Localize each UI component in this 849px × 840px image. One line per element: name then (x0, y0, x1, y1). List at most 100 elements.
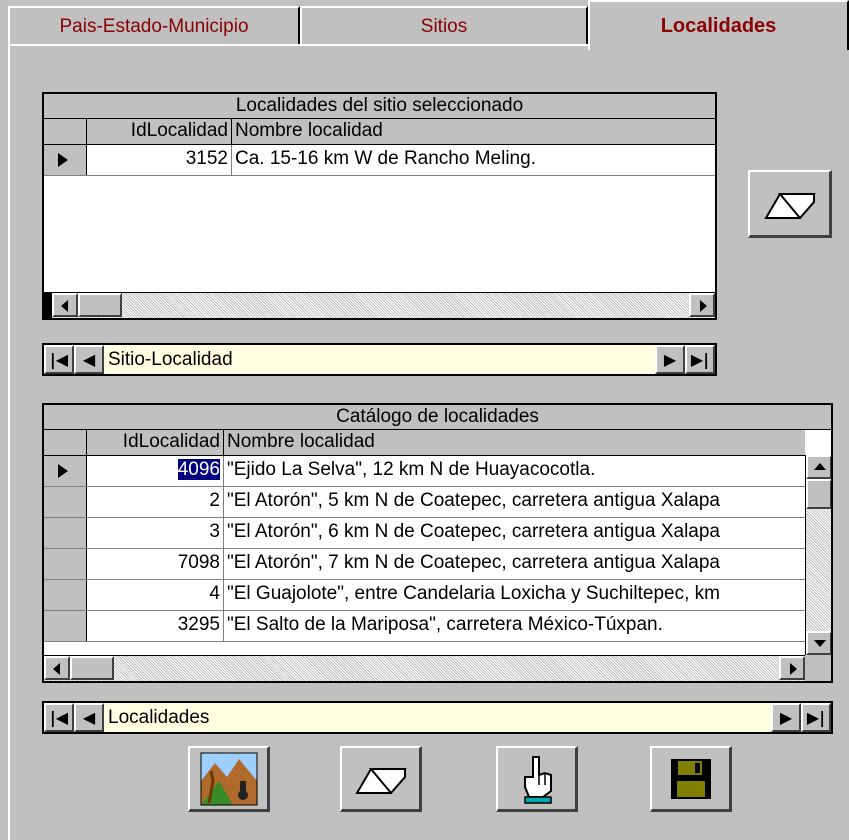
column-header-id[interactable]: IdLocalidad (87, 430, 224, 455)
horizontal-scrollbar[interactable] (44, 655, 805, 681)
cell-name[interactable]: "El Atorón", 5 km N de Coatepec, carrete… (224, 487, 805, 517)
next-record-button[interactable]: ▶ (655, 345, 685, 374)
scrollbar-left-marker (44, 293, 52, 318)
row-selector[interactable] (44, 549, 87, 579)
header-selector (44, 119, 87, 144)
first-record-button[interactable]: |◀ (44, 703, 74, 732)
current-record-icon (58, 464, 68, 478)
cell-name[interactable]: "El Atorón", 7 km N de Coatepec, carrete… (224, 549, 805, 579)
localities-navigation: |◀ ◀ Localidades ▶ ▶| (42, 701, 833, 734)
scroll-down-button[interactable] (806, 631, 831, 655)
previous-record-icon: ◀ (82, 708, 96, 727)
tab-label: Sitios (420, 16, 468, 37)
current-record-icon (58, 153, 68, 167)
scrollbar-corner (805, 655, 831, 681)
scroll-left-button[interactable] (44, 656, 70, 680)
table-row[interactable]: 3152 Ca. 15-16 km W de Rancho Meling. (44, 145, 715, 176)
cell-id[interactable]: 3152 (87, 145, 232, 175)
cell-name[interactable]: "El Salto de la Mariposa", carretera Méx… (224, 611, 805, 641)
cell-name[interactable]: Ca. 15-16 km W de Rancho Meling. (232, 145, 715, 175)
last-record-icon: ▶| (690, 350, 710, 369)
grid-title: Localidades del sitio seleccionado (44, 94, 715, 119)
table-row[interactable]: 2 "El Atorón", 5 km N de Coatepec, carre… (44, 487, 805, 518)
first-record-icon: |◀ (49, 708, 69, 727)
cell-id[interactable]: 3 (87, 518, 224, 548)
vertical-scroll-thumb[interactable] (806, 479, 831, 509)
cell-id[interactable]: 4096 (87, 456, 224, 486)
floppy-disk-icon (670, 758, 711, 799)
horizontal-scrollbar[interactable] (44, 292, 715, 318)
grid-header: IdLocalidad Nombre localidad (44, 119, 715, 145)
cell-id[interactable]: 7098 (87, 549, 224, 579)
tab-sitios[interactable]: Sitios (300, 6, 588, 46)
arrow-up-icon (814, 463, 826, 470)
table-row[interactable]: 4096 "Ejido La Selva", 12 km N de Huayac… (44, 456, 805, 487)
select-locality-button[interactable] (496, 746, 578, 812)
tab-localidades[interactable]: Localidades (588, 0, 849, 50)
selected-text[interactable]: 4096 (177, 459, 220, 480)
grid-body: IdLocalidad Nombre localidad 4096 "Ejido… (44, 430, 805, 642)
cell-name[interactable]: "Ejido La Selva", 12 km N de Huayacocotl… (224, 456, 805, 486)
row-selector[interactable] (44, 487, 87, 517)
header-selector (44, 430, 87, 455)
pointing-hand-icon (523, 755, 552, 804)
last-record-icon: ▶| (806, 708, 826, 727)
scroll-right-button[interactable] (779, 656, 805, 680)
arrow-left-icon (61, 300, 68, 312)
tab-label: Pais-Estado-Municipio (59, 16, 249, 37)
row-selector[interactable] (44, 580, 87, 610)
table-row[interactable]: 7098 "El Atorón", 7 km N de Coatepec, ca… (44, 549, 805, 580)
table-row[interactable]: 3 "El Atorón", 6 km N de Coatepec, carre… (44, 518, 805, 549)
scroll-left-button[interactable] (52, 293, 78, 317)
site-localities-grid: Localidades del sitio seleccionado IdLoc… (42, 92, 717, 320)
next-record-icon: ▶ (663, 350, 677, 369)
map-picture-button[interactable] (188, 746, 270, 812)
arrow-right-icon (790, 663, 797, 675)
row-selector[interactable] (44, 518, 87, 548)
scroll-right-button[interactable] (689, 293, 715, 317)
cell-name[interactable]: "El Guajolote", entre Candelaria Loxicha… (224, 580, 805, 610)
first-record-icon: |◀ (49, 350, 69, 369)
tab-label: Localidades (660, 14, 777, 37)
column-header-name[interactable]: Nombre localidad (224, 430, 805, 455)
column-header-name[interactable]: Nombre localidad (232, 119, 715, 144)
last-record-button[interactable]: ▶| (801, 703, 831, 732)
row-selector[interactable] (44, 456, 87, 486)
arrow-left-icon (53, 663, 60, 675)
navigation-label: Sitio-Localidad (108, 348, 233, 370)
cell-id[interactable]: 3295 (87, 611, 224, 641)
site-locality-navigation: |◀ ◀ Sitio-Localidad ▶ ▶| (42, 343, 717, 376)
scroll-up-button[interactable] (806, 455, 831, 479)
cell-name[interactable]: "El Atorón", 6 km N de Coatepec, carrete… (224, 518, 805, 548)
tab-pais-estado-municipio[interactable]: Pais-Estado-Municipio (8, 6, 300, 46)
save-button[interactable] (650, 746, 732, 812)
localities-catalog-grid: Catálogo de localidades IdLocalidad Nomb… (42, 403, 833, 683)
row-selector[interactable] (44, 611, 87, 641)
eraser-icon (354, 767, 407, 795)
eraser-icon (763, 192, 816, 220)
scroll-thumb[interactable] (78, 293, 122, 317)
column-header-id[interactable]: IdLocalidad (87, 119, 232, 144)
table-row[interactable]: 3295 "El Salto de la Mariposa", carreter… (44, 611, 805, 642)
grid-title: Catálogo de localidades (44, 405, 831, 430)
table-row[interactable]: 4 "El Guajolote", entre Candelaria Loxic… (44, 580, 805, 611)
navigation-label: Localidades (108, 706, 210, 728)
last-record-button[interactable]: ▶| (685, 345, 715, 374)
cell-id[interactable]: 4 (87, 580, 224, 610)
scroll-thumb[interactable] (70, 656, 114, 680)
grid-header: IdLocalidad Nombre localidad (44, 430, 805, 456)
previous-record-icon: ◀ (82, 350, 96, 369)
clear-site-locality-button[interactable] (748, 170, 832, 238)
clear-locality-button[interactable] (340, 746, 422, 812)
previous-record-button[interactable]: ◀ (74, 703, 104, 732)
first-record-button[interactable]: |◀ (44, 345, 74, 374)
cell-id[interactable]: 2 (87, 487, 224, 517)
next-record-button[interactable]: ▶ (771, 703, 801, 732)
arrow-down-icon (814, 640, 826, 647)
vertical-scrollbar[interactable] (805, 455, 831, 655)
map-picture-icon (200, 752, 257, 805)
row-selector[interactable] (44, 145, 87, 175)
arrow-right-icon (700, 300, 707, 312)
previous-record-button[interactable]: ◀ (74, 345, 104, 374)
next-record-icon: ▶ (779, 708, 793, 727)
